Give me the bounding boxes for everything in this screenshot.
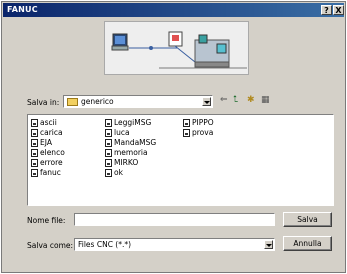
save-in-folder: generico bbox=[81, 97, 114, 106]
filename-label: Nome file: bbox=[27, 216, 66, 225]
file-column: LeggiMSG luca MandaMSG memoria MIRKO ok bbox=[105, 118, 156, 178]
new-folder-icon[interactable]: ✱ bbox=[247, 96, 255, 105]
file-icon bbox=[31, 169, 38, 177]
save-dialog: FANUC ? X Salva in: generico ⇐ ⮤ ✱ ▦ asc… bbox=[1, 1, 346, 273]
file-icon bbox=[31, 129, 38, 137]
list-item[interactable]: prova bbox=[183, 128, 214, 138]
list-item[interactable]: luca bbox=[105, 128, 156, 138]
save-in-dropdown[interactable]: generico bbox=[63, 95, 213, 108]
file-icon bbox=[31, 159, 38, 167]
file-icon bbox=[105, 159, 112, 167]
file-icon bbox=[105, 139, 112, 147]
file-icon bbox=[105, 169, 112, 177]
view-menu-icon[interactable]: ▦ bbox=[261, 96, 270, 105]
list-item[interactable]: EJA bbox=[31, 138, 65, 148]
list-item[interactable]: errore bbox=[31, 158, 65, 168]
close-button[interactable]: X bbox=[333, 5, 344, 15]
file-icon bbox=[31, 139, 38, 147]
help-button[interactable]: ? bbox=[321, 5, 332, 15]
connection-illustration bbox=[104, 21, 249, 75]
file-icon bbox=[31, 119, 38, 127]
list-item[interactable]: LeggiMSG bbox=[105, 118, 156, 128]
file-icon bbox=[183, 119, 190, 127]
file-icon bbox=[31, 149, 38, 157]
filetype-value: Files CNC (*.*) bbox=[78, 240, 132, 249]
list-item[interactable]: PIPPO bbox=[183, 118, 214, 128]
list-item[interactable]: ok bbox=[105, 168, 156, 178]
title-bar: FANUC ? X bbox=[3, 3, 344, 17]
window-title: FANUC bbox=[7, 5, 38, 14]
back-icon[interactable]: ⇐ bbox=[220, 96, 228, 105]
filetype-label: Salva come: bbox=[27, 241, 74, 250]
cancel-button[interactable]: Annulla bbox=[283, 236, 332, 251]
list-item[interactable]: MandaMSG bbox=[105, 138, 156, 148]
save-button[interactable]: Salva bbox=[283, 212, 332, 227]
list-item[interactable]: memoria bbox=[105, 148, 156, 158]
filename-input[interactable] bbox=[74, 213, 275, 226]
file-icon bbox=[183, 129, 190, 137]
file-icon bbox=[105, 119, 112, 127]
list-item[interactable]: ascii bbox=[31, 118, 65, 128]
chevron-down-icon[interactable] bbox=[202, 97, 211, 106]
up-folder-icon[interactable]: ⮤ bbox=[233, 96, 238, 105]
network-graphic bbox=[105, 22, 248, 74]
file-list[interactable]: ascii carica EJA elenco errore fanuc Leg… bbox=[27, 114, 334, 206]
list-item[interactable]: MIRKO bbox=[105, 158, 156, 168]
file-column: ascii carica EJA elenco errore fanuc bbox=[31, 118, 65, 178]
file-icon bbox=[105, 149, 112, 157]
list-item[interactable]: elenco bbox=[31, 148, 65, 158]
chevron-down-icon[interactable] bbox=[264, 240, 273, 249]
filetype-dropdown[interactable]: Files CNC (*.*) bbox=[74, 238, 275, 251]
list-item[interactable]: fanuc bbox=[31, 168, 65, 178]
file-column: PIPPO prova bbox=[183, 118, 214, 138]
list-item[interactable]: carica bbox=[31, 128, 65, 138]
save-in-label: Salva in: bbox=[27, 98, 60, 107]
file-icon bbox=[105, 129, 112, 137]
folder-icon bbox=[67, 98, 78, 106]
